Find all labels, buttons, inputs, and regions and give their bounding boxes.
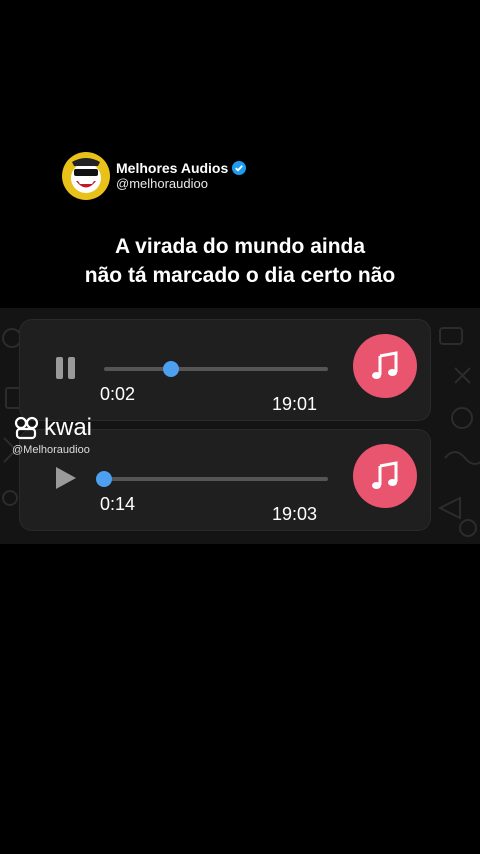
account-name: Melhores Audios <box>116 160 247 176</box>
music-note-icon <box>372 351 398 379</box>
progress-thumb-2[interactable] <box>96 471 112 487</box>
progress-thumb-1[interactable] <box>163 361 180 377</box>
pause-icon[interactable] <box>54 356 78 380</box>
kwai-logo-icon <box>14 416 39 440</box>
music-avatar-2 <box>353 444 417 508</box>
video-caption: A virada do mundo ainda não tá marcado o… <box>0 232 480 290</box>
play-icon[interactable] <box>54 466 78 490</box>
kwai-handle: @Melhoraudioo <box>12 444 90 456</box>
verified-badge-icon <box>232 161 247 175</box>
cartoon-face-icon <box>71 158 101 193</box>
account-names: Melhores Audios @melhoraudioo <box>116 160 247 192</box>
message-time-2: 19:03 <box>272 504 318 524</box>
elapsed-time-2: 0:14 <box>100 494 136 514</box>
profile-header: Melhores Audios @melhoraudioo <box>62 152 247 200</box>
caption-line-2: não tá marcado o dia certo não <box>84 264 396 287</box>
avatar[interactable] <box>62 152 110 200</box>
audio-progress-track-2[interactable] <box>96 471 328 487</box>
message-time-1: 19:01 <box>272 394 318 414</box>
kwai-watermark: kwai <box>14 414 92 442</box>
account-name-text: Melhores Audios <box>116 160 229 176</box>
kwai-logo-text: kwai <box>44 414 93 441</box>
voice-message-1[interactable]: 0:02 19:01 <box>20 320 430 420</box>
caption-line-1: A virada do mundo ainda <box>114 235 366 258</box>
elapsed-time-1: 0:02 <box>100 384 136 404</box>
audio-progress-track-1[interactable] <box>104 361 328 377</box>
account-handle: @melhoraudioo <box>116 176 208 191</box>
music-note-icon <box>372 461 398 489</box>
music-avatar-1 <box>353 334 417 398</box>
